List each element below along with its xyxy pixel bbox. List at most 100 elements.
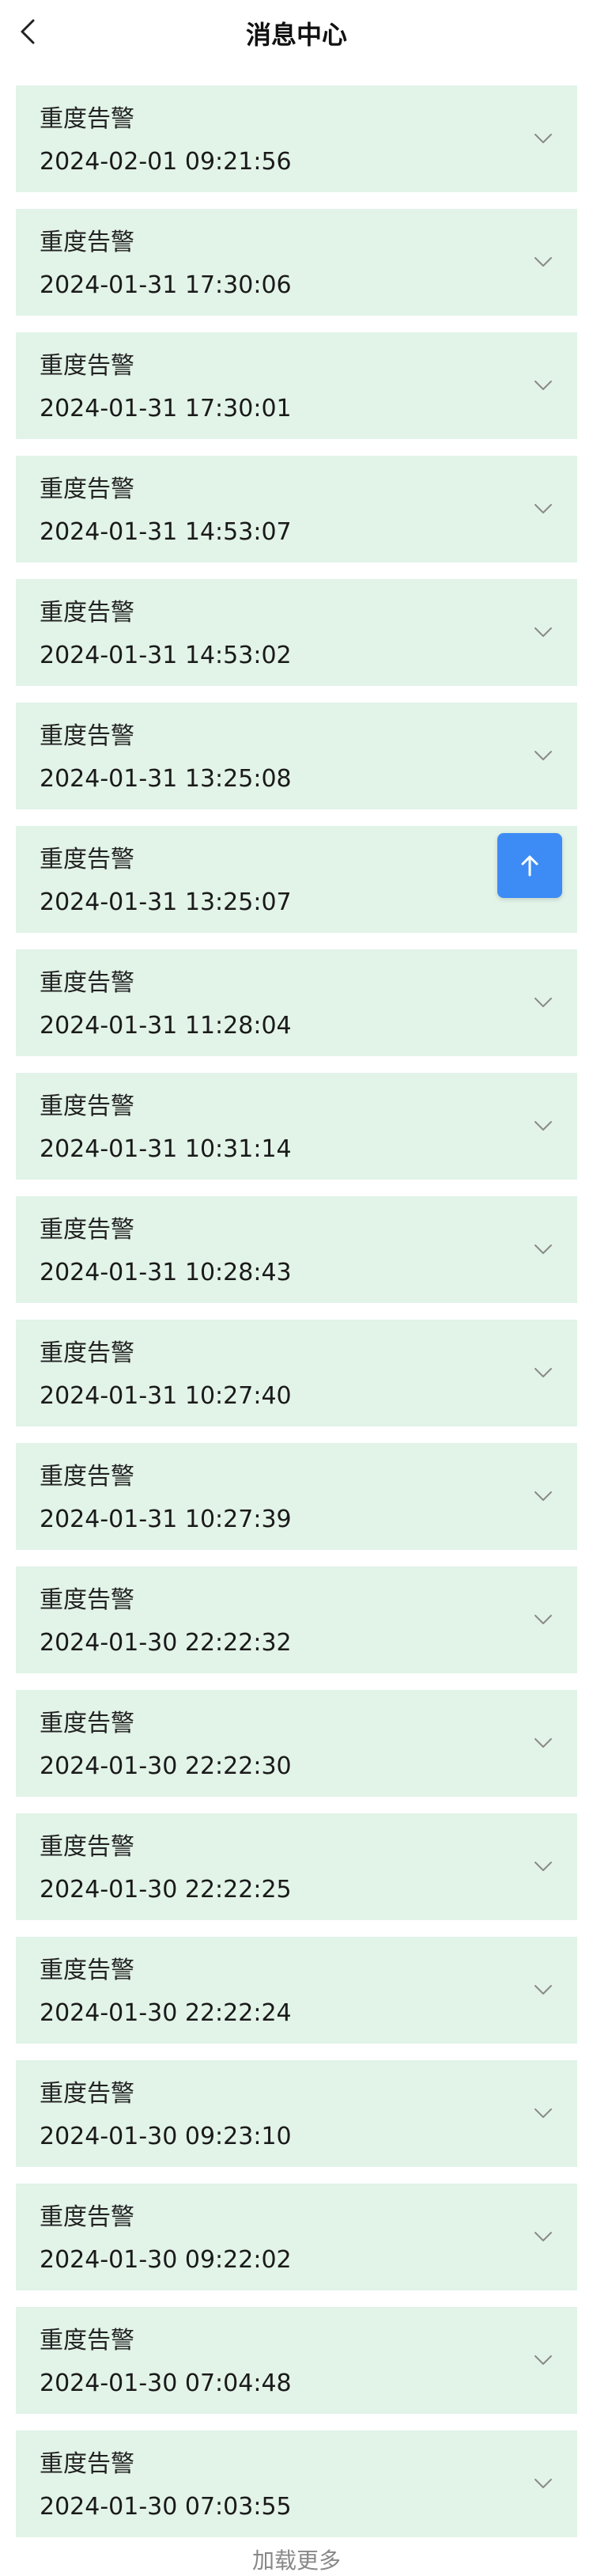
message-title: 重度告警 — [40, 1339, 134, 1367]
message-time: 2024-01-31 14:53:02 — [40, 642, 292, 669]
chevron-down-icon — [534, 1615, 552, 1624]
message-card[interactable]: 重度告警 2024-01-31 10:27:39 — [16, 1443, 577, 1550]
expand-toggle[interactable] — [531, 1484, 555, 1508]
message-time: 2024-01-30 07:04:48 — [40, 2370, 292, 2397]
message-time: 2024-01-31 10:31:14 — [40, 1135, 292, 1163]
page-title: 消息中心 — [245, 20, 347, 50]
message-card[interactable]: 重度告警 2024-01-30 07:03:55 — [16, 2430, 577, 2537]
chevron-down-icon — [534, 504, 552, 513]
message-card[interactable]: 重度告警 2024-01-30 22:22:25 — [16, 1813, 577, 1920]
expand-toggle[interactable] — [531, 250, 555, 274]
message-card[interactable]: 重度告警 2024-01-31 10:27:40 — [16, 1320, 577, 1426]
expand-toggle[interactable] — [531, 2348, 555, 2372]
message-title: 重度告警 — [40, 1463, 134, 1491]
chevron-down-icon — [534, 2108, 552, 2118]
expand-toggle[interactable] — [531, 1361, 555, 1385]
chevron-down-icon — [534, 257, 552, 267]
chevron-down-icon — [534, 381, 552, 390]
arrow-up-icon — [521, 855, 538, 877]
message-card[interactable]: 重度告警 2024-01-31 17:30:06 — [16, 209, 577, 316]
chevron-down-icon — [534, 1985, 552, 1995]
message-time: 2024-01-31 13:25:08 — [40, 765, 292, 793]
message-title: 重度告警 — [40, 105, 134, 133]
message-time: 2024-01-30 22:22:30 — [40, 1752, 292, 1780]
message-time: 2024-01-30 22:22:32 — [40, 1629, 292, 1657]
expand-toggle[interactable] — [531, 497, 555, 521]
chevron-down-icon — [534, 1491, 552, 1501]
message-card[interactable]: 重度告警 2024-01-30 09:22:02 — [16, 2184, 577, 2290]
message-card[interactable]: 重度告警 2024-01-31 14:53:07 — [16, 456, 577, 563]
expand-toggle[interactable] — [531, 2225, 555, 2248]
message-title: 重度告警 — [40, 1586, 134, 1614]
chevron-down-icon — [534, 2232, 552, 2241]
message-time: 2024-01-31 11:28:04 — [40, 1012, 292, 1040]
message-card[interactable]: 重度告警 2024-02-01 09:21:56 — [16, 85, 577, 192]
message-card[interactable]: 重度告警 2024-01-30 22:22:32 — [16, 1566, 577, 1673]
message-title: 重度告警 — [40, 2327, 134, 2354]
chevron-down-icon — [534, 751, 552, 760]
expand-toggle[interactable] — [531, 1114, 555, 1138]
message-title: 重度告警 — [40, 1216, 134, 1244]
expand-toggle[interactable] — [531, 2472, 555, 2495]
chevron-down-icon — [534, 1244, 552, 1254]
message-card[interactable]: 重度告警 2024-01-31 10:31:14 — [16, 1073, 577, 1180]
message-title: 重度告警 — [40, 2450, 134, 2478]
expand-toggle[interactable] — [531, 127, 555, 150]
message-title: 重度告警 — [40, 475, 134, 503]
expand-toggle[interactable] — [531, 1978, 555, 2002]
message-time: 2024-01-30 09:23:10 — [40, 2123, 292, 2150]
message-time: 2024-01-31 14:53:07 — [40, 518, 292, 546]
chevron-down-icon — [534, 1738, 552, 1748]
message-time: 2024-01-31 17:30:01 — [40, 395, 292, 422]
message-time: 2024-01-30 22:22:24 — [40, 1999, 292, 2027]
message-title: 重度告警 — [40, 1710, 134, 1737]
back-to-top-button[interactable] — [497, 833, 562, 898]
message-title: 重度告警 — [40, 1093, 134, 1120]
message-card[interactable]: 重度告警 2024-01-31 17:30:01 — [16, 332, 577, 439]
message-card[interactable]: 重度告警 2024-01-30 07:04:48 — [16, 2307, 577, 2414]
message-title: 重度告警 — [40, 1957, 134, 1984]
message-time: 2024-01-30 09:22:02 — [40, 2246, 292, 2274]
chevron-down-icon — [534, 627, 552, 637]
chevron-down-icon — [534, 134, 552, 143]
message-title: 重度告警 — [40, 846, 134, 873]
message-time: 2024-01-31 10:27:40 — [40, 1382, 292, 1410]
message-title: 重度告警 — [40, 2203, 134, 2231]
message-time: 2024-02-01 09:21:56 — [40, 148, 292, 176]
chevron-down-icon — [534, 2355, 552, 2365]
message-card[interactable]: 重度告警 2024-01-31 14:53:02 — [16, 579, 577, 686]
message-time: 2024-01-31 17:30:06 — [40, 271, 292, 299]
message-card[interactable]: 重度告警 2024-01-30 22:22:30 — [16, 1690, 577, 1797]
chevron-down-icon — [534, 1121, 552, 1131]
expand-toggle[interactable] — [531, 2101, 555, 2125]
message-time: 2024-01-30 07:03:55 — [40, 2493, 292, 2521]
message-card[interactable]: 重度告警 2024-01-31 11:28:04 — [16, 949, 577, 1056]
chevron-down-icon — [534, 998, 552, 1007]
message-card[interactable]: 重度告警 2024-01-30 09:23:10 — [16, 2060, 577, 2167]
message-title: 重度告警 — [40, 969, 134, 997]
expand-toggle[interactable] — [531, 744, 555, 767]
expand-toggle[interactable] — [531, 620, 555, 644]
message-title: 重度告警 — [40, 722, 134, 750]
expand-toggle[interactable] — [531, 1854, 555, 1878]
message-title: 重度告警 — [40, 2080, 134, 2108]
message-time: 2024-01-31 13:25:07 — [40, 888, 292, 916]
message-card[interactable]: 重度告警 2024-01-31 10:28:43 — [16, 1196, 577, 1303]
header-bar: 消息中心 — [0, 0, 593, 70]
load-more-button[interactable]: 加载更多 — [0, 2546, 593, 2576]
message-title: 重度告警 — [40, 229, 134, 256]
message-card[interactable]: 重度告警 2024-01-30 22:22:24 — [16, 1937, 577, 2044]
expand-toggle[interactable] — [531, 373, 555, 397]
message-time: 2024-01-31 10:27:39 — [40, 1506, 292, 1533]
message-card[interactable]: 重度告警 2024-01-31 13:25:08 — [16, 703, 577, 809]
message-time: 2024-01-30 22:22:25 — [40, 1876, 292, 1904]
chevron-down-icon — [534, 1862, 552, 1871]
expand-toggle[interactable] — [531, 1731, 555, 1755]
message-card[interactable]: 重度告警 2024-01-31 13:25:07 — [16, 826, 577, 933]
message-time: 2024-01-31 10:28:43 — [40, 1259, 292, 1286]
expand-toggle[interactable] — [531, 1237, 555, 1261]
chevron-down-icon — [534, 2479, 552, 2488]
expand-toggle[interactable] — [531, 991, 555, 1014]
expand-toggle[interactable] — [531, 1608, 555, 1631]
message-title: 重度告警 — [40, 599, 134, 627]
